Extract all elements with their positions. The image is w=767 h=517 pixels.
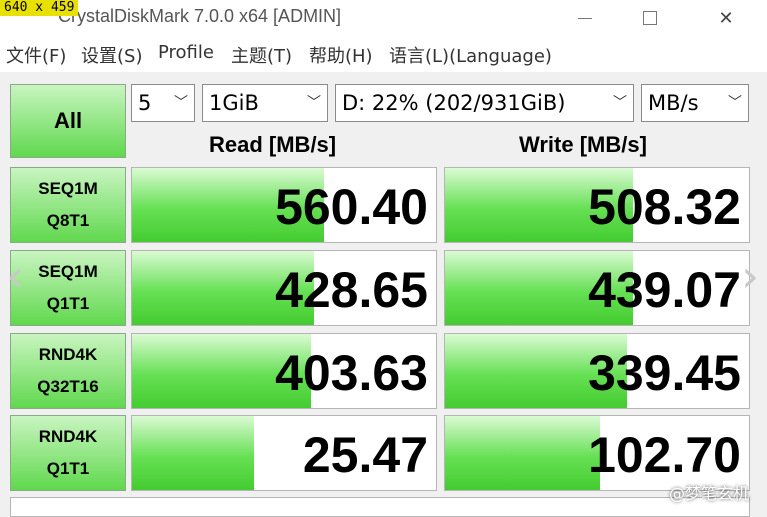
chevron-down-icon: ﹀ (307, 95, 321, 111)
close-button[interactable]: ✕ (706, 4, 746, 32)
read-result-cell: 560.40 (131, 167, 437, 243)
read-value: 25.47 (302, 427, 428, 483)
maximize-button[interactable] (630, 4, 670, 32)
menu-theme[interactable]: 主题(T) (231, 42, 292, 68)
test-button-rnd4k-q32t16[interactable]: RND4K Q32T16 (10, 333, 126, 409)
read-header: Read [MB/s] (209, 132, 337, 157)
chevron-right-icon[interactable]: › (737, 252, 763, 302)
chevron-down-icon: ﹀ (728, 95, 742, 111)
write-bar-fill (445, 416, 601, 490)
read-value: 403.63 (275, 345, 428, 401)
comment-input[interactable] (10, 497, 750, 517)
unit-select[interactable]: MB/s ﹀ (641, 84, 749, 122)
test-label-line2: Q1T1 (46, 459, 90, 478)
chevron-left-icon[interactable]: ‹ (2, 252, 28, 302)
write-result-cell: 508.32 (444, 167, 750, 243)
read-result-cell: 428.65 (131, 250, 437, 326)
test-label-line1: RND4K (38, 427, 98, 446)
menu-file[interactable]: 文件(F) (6, 42, 66, 68)
write-header: Write [MB/s] (519, 132, 647, 157)
test-button-rnd4k-q1t1[interactable]: RND4K Q1T1 (10, 415, 126, 491)
test-label-line2: Q32T16 (37, 377, 99, 396)
write-result-cell: 439.07 (444, 250, 750, 326)
read-result-cell: 403.63 (131, 333, 437, 409)
read-value: 560.40 (275, 179, 428, 235)
minimize-button[interactable] (565, 4, 605, 32)
size-value: 1GiB (209, 91, 259, 115)
title-bar: CrystalDiskMark 7.0.0 x64 [ADMIN] ✕ (0, 0, 767, 38)
test-label-line1: SEQ1M (38, 262, 98, 281)
minimize-icon (578, 17, 592, 19)
test-label-line1: SEQ1M (38, 179, 98, 198)
write-value: 439.07 (588, 262, 741, 318)
chevron-down-icon: ﹀ (613, 95, 627, 111)
write-value: 508.32 (588, 179, 741, 235)
test-button-seq1m-q8t1[interactable]: SEQ1M Q8T1 (10, 167, 126, 243)
write-value: 339.45 (588, 345, 741, 401)
size-select[interactable]: 1GiB ﹀ (202, 84, 328, 122)
read-value: 428.65 (275, 262, 428, 318)
test-label-line1: RND4K (38, 345, 98, 364)
window-title: CrystalDiskMark 7.0.0 x64 [ADMIN] (58, 6, 342, 26)
watermark: @梦笔玄机 (668, 484, 749, 503)
all-button[interactable]: All (10, 84, 126, 158)
count-value: 5 (138, 91, 152, 115)
menu-profile[interactable]: Profile (158, 42, 214, 63)
drive-value: D: 22% (202/931GiB) (342, 91, 566, 115)
maximize-icon (643, 11, 657, 25)
drive-select[interactable]: D: 22% (202/931GiB) ﹀ (335, 84, 634, 122)
test-label-line2: Q1T1 (46, 294, 90, 313)
chevron-down-icon: ﹀ (174, 95, 188, 111)
menu-settings[interactable]: 设置(S) (81, 42, 142, 68)
unit-value: MB/s (648, 91, 699, 115)
read-bar-fill (132, 416, 254, 490)
write-result-cell: 339.45 (444, 333, 750, 409)
menu-bar: 文件(F) 设置(S) Profile 主题(T) 帮助(H) 语言(L)(La… (0, 38, 767, 70)
all-button-label: All (53, 108, 83, 133)
test-label-line2: Q8T1 (46, 211, 90, 230)
dimension-badge: 640 x 459 (0, 0, 79, 16)
menu-help[interactable]: 帮助(H) (309, 42, 373, 68)
count-select[interactable]: 5 ﹀ (131, 84, 195, 122)
read-result-cell: 25.47 (131, 415, 437, 491)
menu-language[interactable]: 语言(L)(Language) (389, 42, 552, 68)
